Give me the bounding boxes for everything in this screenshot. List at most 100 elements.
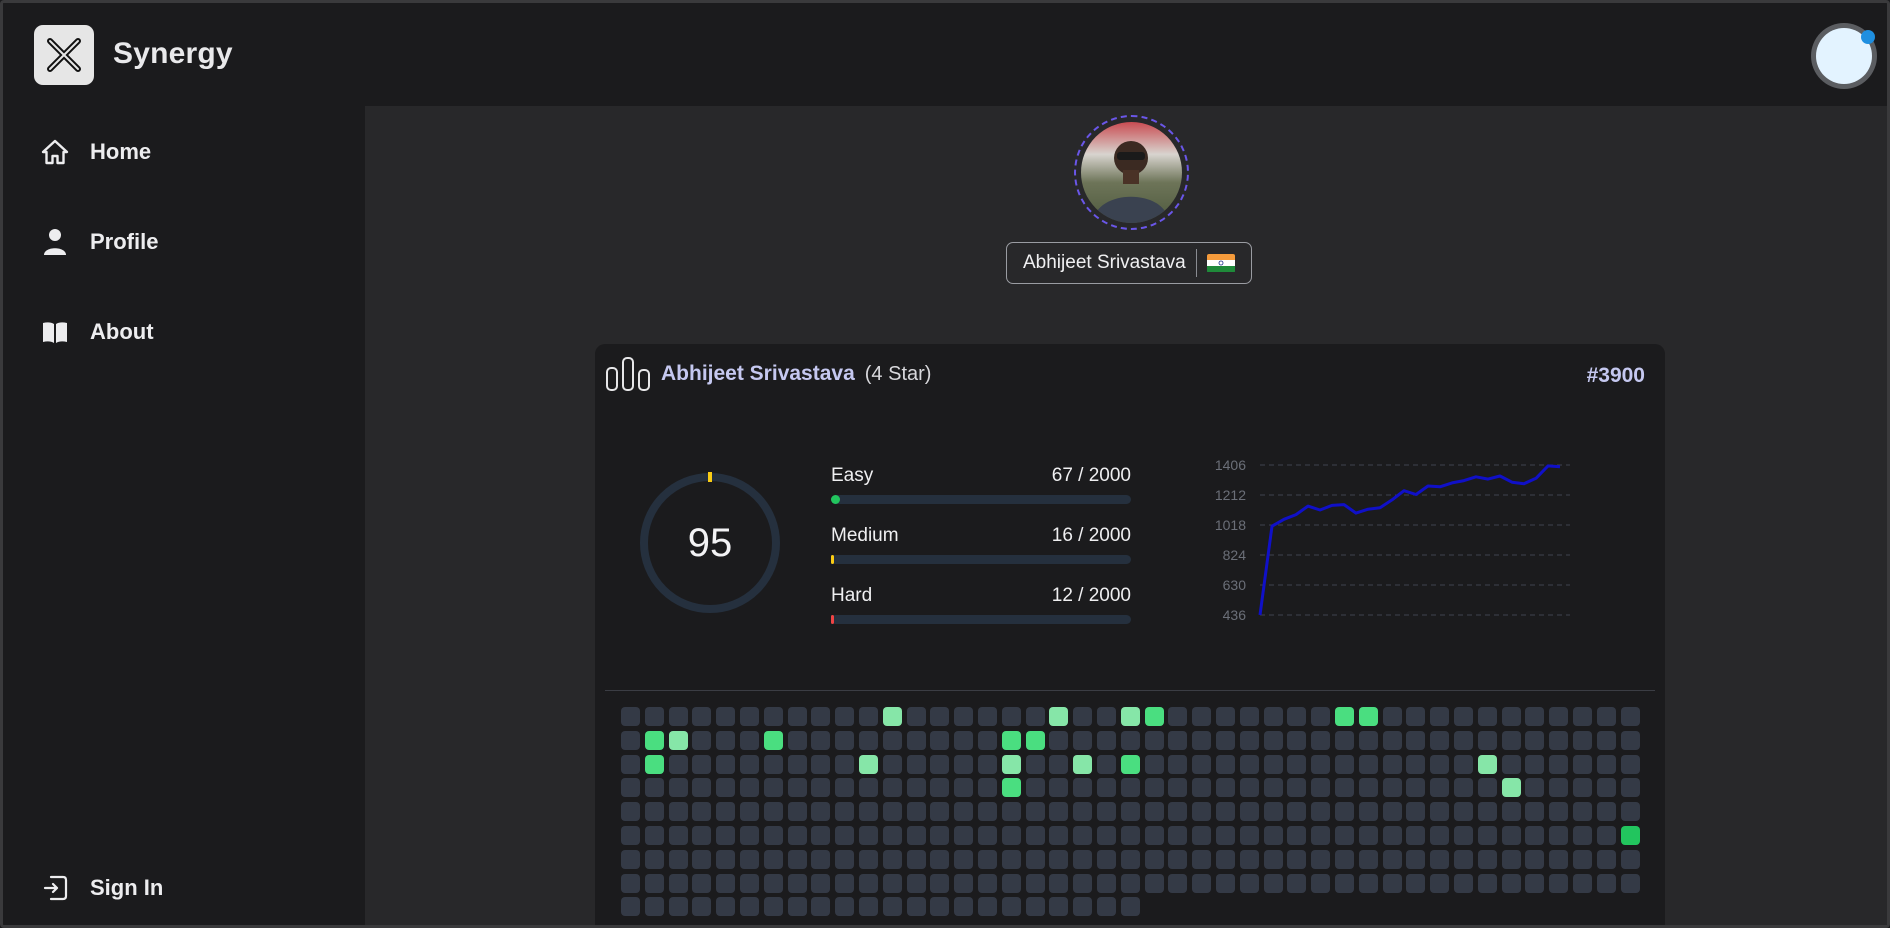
heatmap-cell[interactable] [716, 873, 736, 893]
heatmap-cell[interactable] [1216, 754, 1235, 774]
heatmap-cell[interactable] [1358, 873, 1378, 893]
heatmap-cell[interactable] [763, 849, 783, 869]
heatmap-cell[interactable] [1144, 849, 1164, 869]
heatmap-cell[interactable] [1430, 707, 1450, 726]
heatmap-cell[interactable] [1335, 873, 1354, 893]
heatmap-cell[interactable] [1525, 730, 1545, 750]
heatmap-cell[interactable] [1144, 802, 1164, 822]
heatmap-cell[interactable] [1287, 826, 1307, 845]
heatmap-cell[interactable] [1477, 707, 1497, 726]
heatmap-cell[interactable] [906, 778, 926, 798]
heatmap-cell[interactable] [716, 849, 736, 869]
heatmap-cell[interactable] [1382, 826, 1402, 845]
heatmap-cell[interactable] [1311, 730, 1331, 750]
heatmap-cell[interactable] [1192, 730, 1212, 750]
heatmap-cell[interactable] [668, 707, 688, 726]
heatmap-cell[interactable] [1477, 730, 1497, 750]
heatmap-cell[interactable] [621, 730, 640, 750]
heatmap-cell[interactable] [954, 778, 974, 798]
heatmap-cell[interactable] [882, 802, 902, 822]
heatmap-cell[interactable] [763, 730, 783, 750]
heatmap-cell[interactable] [1144, 778, 1164, 798]
heatmap-cell[interactable] [1168, 778, 1188, 798]
user-avatar-button[interactable] [1811, 23, 1877, 89]
heatmap-cell[interactable] [811, 897, 831, 917]
heatmap-cell[interactable] [1239, 826, 1259, 845]
heatmap-cell[interactable] [906, 849, 926, 869]
heatmap-cell[interactable] [811, 873, 831, 893]
heatmap-cell[interactable] [1120, 873, 1140, 893]
heatmap-cell[interactable] [978, 849, 997, 869]
heatmap-cell[interactable] [1620, 707, 1640, 726]
heatmap-cell[interactable] [859, 730, 878, 750]
heatmap-cell[interactable] [859, 707, 878, 726]
heatmap-cell[interactable] [1549, 778, 1569, 798]
heatmap-cell[interactable] [1097, 897, 1116, 917]
heatmap-cell[interactable] [1335, 778, 1354, 798]
heatmap-cell[interactable] [930, 802, 950, 822]
heatmap-cell[interactable] [1192, 707, 1212, 726]
heatmap-cell[interactable] [621, 778, 640, 798]
heatmap-cell[interactable] [1501, 826, 1521, 845]
heatmap-cell[interactable] [1477, 778, 1497, 798]
heatmap-cell[interactable] [1596, 730, 1616, 750]
heatmap-cell[interactable] [763, 873, 783, 893]
heatmap-cell[interactable] [1477, 849, 1497, 869]
heatmap-cell[interactable] [954, 873, 974, 893]
heatmap-cell[interactable] [882, 826, 902, 845]
heatmap-cell[interactable] [1287, 730, 1307, 750]
heatmap-cell[interactable] [1620, 754, 1640, 774]
heatmap-cell[interactable] [1097, 707, 1116, 726]
heatmap-cell[interactable] [692, 802, 712, 822]
heatmap-cell[interactable] [1477, 802, 1497, 822]
heatmap-cell[interactable] [1454, 802, 1473, 822]
heatmap-cell[interactable] [1216, 873, 1235, 893]
heatmap-cell[interactable] [1073, 707, 1093, 726]
heatmap-cell[interactable] [1358, 707, 1378, 726]
heatmap-cell[interactable] [668, 802, 688, 822]
heatmap-cell[interactable] [1358, 730, 1378, 750]
heatmap-cell[interactable] [859, 897, 878, 917]
heatmap-cell[interactable] [1311, 873, 1331, 893]
heatmap-cell[interactable] [1263, 778, 1283, 798]
heatmap-cell[interactable] [1263, 802, 1283, 822]
heatmap-cell[interactable] [740, 897, 759, 917]
heatmap-cell[interactable] [882, 707, 902, 726]
heatmap-cell[interactable] [692, 778, 712, 798]
heatmap-cell[interactable] [1477, 826, 1497, 845]
heatmap-cell[interactable] [621, 897, 640, 917]
heatmap-cell[interactable] [1097, 826, 1116, 845]
heatmap-cell[interactable] [1168, 802, 1188, 822]
heatmap-cell[interactable] [1525, 707, 1545, 726]
heatmap-cell[interactable] [1382, 730, 1402, 750]
heatmap-cell[interactable] [1501, 730, 1521, 750]
heatmap-cell[interactable] [1239, 849, 1259, 869]
heatmap-cell[interactable] [1144, 730, 1164, 750]
heatmap-cell[interactable] [1573, 802, 1592, 822]
heatmap-cell[interactable] [906, 754, 926, 774]
heatmap-cell[interactable] [859, 778, 878, 798]
heatmap-cell[interactable] [1001, 754, 1021, 774]
heatmap-cell[interactable] [1239, 873, 1259, 893]
heatmap-cell[interactable] [763, 802, 783, 822]
heatmap-cell[interactable] [859, 849, 878, 869]
heatmap-cell[interactable] [835, 826, 855, 845]
heatmap-cell[interactable] [1097, 754, 1116, 774]
heatmap-cell[interactable] [716, 754, 736, 774]
heatmap-cell[interactable] [835, 802, 855, 822]
heatmap-cell[interactable] [1073, 778, 1093, 798]
heatmap-cell[interactable] [1216, 730, 1235, 750]
heatmap-cell[interactable] [930, 778, 950, 798]
heatmap-cell[interactable] [1549, 730, 1569, 750]
heatmap-cell[interactable] [716, 730, 736, 750]
heatmap-cell[interactable] [763, 897, 783, 917]
heatmap-cell[interactable] [1430, 778, 1450, 798]
heatmap-cell[interactable] [621, 826, 640, 845]
heatmap-cell[interactable] [882, 778, 902, 798]
heatmap-cell[interactable] [1049, 802, 1069, 822]
heatmap-cell[interactable] [1596, 826, 1616, 845]
heatmap-cell[interactable] [1596, 754, 1616, 774]
heatmap-cell[interactable] [644, 873, 664, 893]
heatmap-cell[interactable] [1501, 754, 1521, 774]
heatmap-cell[interactable] [1049, 707, 1069, 726]
